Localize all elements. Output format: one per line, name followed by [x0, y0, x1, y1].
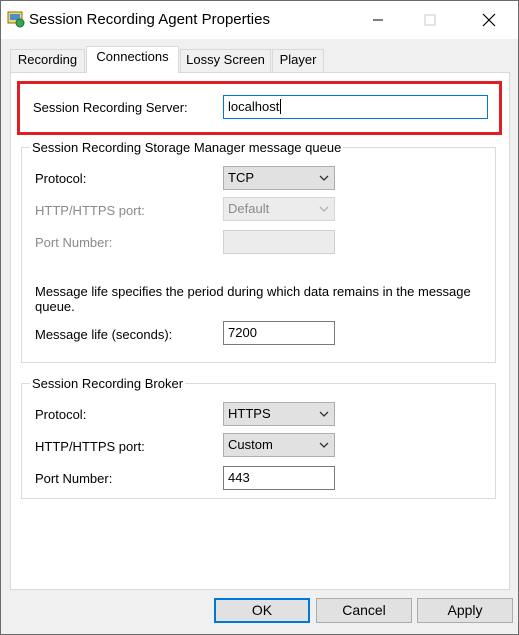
tab-label: Lossy Screen: [186, 52, 265, 67]
close-button[interactable]: [466, 1, 512, 39]
title-bar: Session Recording Agent Properties: [1, 1, 518, 39]
storage-protocol-select[interactable]: TCP: [223, 166, 335, 190]
chevron-down-icon: [319, 175, 329, 181]
cancel-button[interactable]: Cancel: [316, 598, 412, 623]
chevron-down-icon: [319, 206, 329, 212]
broker-port-number-label: Port Number:: [35, 471, 113, 486]
storage-port-number-label: Port Number:: [35, 235, 113, 250]
broker-title: Session Recording Broker: [30, 376, 186, 391]
minimize-icon: [373, 19, 383, 21]
broker-port-number-input[interactable]: 443: [223, 466, 335, 490]
storage-port-type-value: Default: [228, 201, 270, 216]
storage-port-type-label: HTTP/HTTPS port:: [35, 203, 145, 218]
message-life-value: 7200: [228, 325, 257, 340]
storage-port-type-select: Default: [223, 197, 335, 221]
window-title: Session Recording Agent Properties: [29, 11, 270, 28]
tab-label: Connections: [96, 49, 169, 64]
highlight-box: [17, 81, 502, 135]
ok-button[interactable]: OK: [214, 598, 310, 623]
message-life-description: Message life specifies the period during…: [35, 284, 471, 314]
connections-panel: Session Recording Server: localhost Sess…: [10, 72, 510, 590]
message-life-input[interactable]: 7200: [223, 321, 335, 345]
broker-port-type-label: HTTP/HTTPS port:: [35, 439, 145, 454]
broker-protocol-label: Protocol:: [35, 407, 87, 422]
tab-connections[interactable]: Connections: [86, 46, 179, 73]
close-icon: [482, 13, 496, 27]
tab-recording[interactable]: Recording: [10, 49, 85, 72]
maximize-button[interactable]: [407, 1, 453, 39]
properties-dialog: Session Recording Agent Properties Recor…: [0, 0, 519, 635]
chevron-down-icon: [319, 411, 329, 417]
tab-label: Player: [279, 52, 317, 67]
tab-label: Recording: [17, 52, 78, 67]
broker-protocol-select[interactable]: HTTPS: [223, 402, 335, 426]
minimize-button[interactable]: [355, 1, 401, 39]
broker-port-type-select[interactable]: Custom: [223, 433, 335, 457]
storage-protocol-label: Protocol:: [35, 171, 87, 186]
storage-protocol-value: TCP: [228, 170, 254, 185]
message-life-label: Message life (seconds):: [35, 327, 173, 342]
apply-button[interactable]: Apply: [417, 598, 513, 623]
storage-queue-title: Session Recording Storage Manager messag…: [30, 140, 344, 155]
broker-port-type-value: Custom: [228, 437, 273, 452]
broker-port-number-value: 443: [228, 470, 250, 485]
app-icon: [7, 11, 25, 28]
storage-port-number-input: [223, 230, 335, 254]
chevron-down-icon: [319, 442, 329, 448]
maximize-icon: [424, 14, 436, 26]
broker-protocol-value: HTTPS: [228, 406, 271, 421]
tab-player[interactable]: Player: [272, 49, 324, 72]
tab-lossy-screen[interactable]: Lossy Screen: [180, 49, 271, 72]
